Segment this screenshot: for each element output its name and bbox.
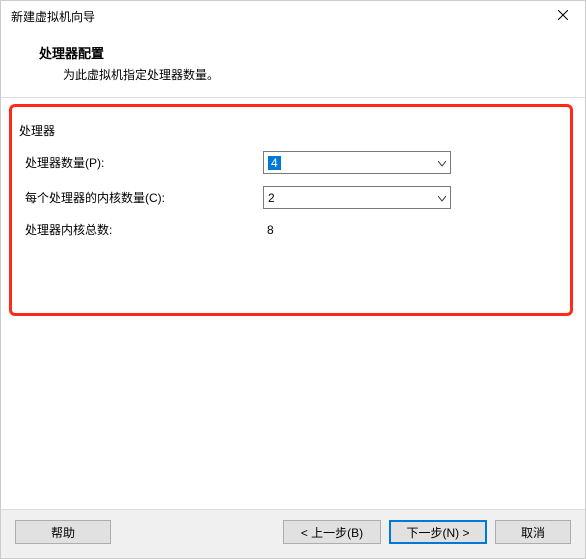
cores-per-processor-dropdown[interactable]: 2 xyxy=(263,186,451,209)
total-cores-value: 8 xyxy=(263,223,274,237)
next-button[interactable]: 下一步(N) > xyxy=(389,520,487,544)
titlebar: 新建虚拟机向导 xyxy=(1,1,585,31)
row-total-cores: 处理器内核总数: 8 xyxy=(19,221,567,238)
label-cores-per-processor: 每个处理器的内核数量(C): xyxy=(25,189,263,206)
cores-per-processor-value: 2 xyxy=(268,191,275,205)
back-button[interactable]: < 上一步(B) xyxy=(283,520,381,544)
chevron-down-icon xyxy=(438,191,446,205)
close-icon xyxy=(558,9,568,23)
row-processor-count: 处理器数量(P): 4 xyxy=(19,151,567,174)
processor-count-value: 4 xyxy=(268,156,281,170)
chevron-down-icon xyxy=(438,156,446,170)
wizard-dialog: 新建虚拟机向导 处理器配置 为此虚拟机指定处理器数量。 处理器 处理器数量(P)… xyxy=(0,0,586,559)
content-area: 处理器 处理器数量(P): 4 每个处理器的内核数量(C): 2 处理器内核总数… xyxy=(1,98,585,509)
page-title: 处理器配置 xyxy=(39,43,565,62)
wizard-footer: 帮助 < 上一步(B) 下一步(N) > 取消 xyxy=(1,509,585,558)
group-label-processors: 处理器 xyxy=(19,122,567,139)
label-total-cores: 处理器内核总数: xyxy=(25,221,263,238)
cancel-button[interactable]: 取消 xyxy=(495,520,571,544)
close-button[interactable] xyxy=(540,1,585,31)
label-processor-count: 处理器数量(P): xyxy=(25,154,263,171)
page-subtitle: 为此虚拟机指定处理器数量。 xyxy=(63,66,565,83)
wizard-header: 处理器配置 为此虚拟机指定处理器数量。 xyxy=(1,31,585,98)
window-title: 新建虚拟机向导 xyxy=(11,8,95,25)
help-button[interactable]: 帮助 xyxy=(15,520,111,544)
processor-count-dropdown[interactable]: 4 xyxy=(263,151,451,174)
row-cores-per-processor: 每个处理器的内核数量(C): 2 xyxy=(19,186,567,209)
